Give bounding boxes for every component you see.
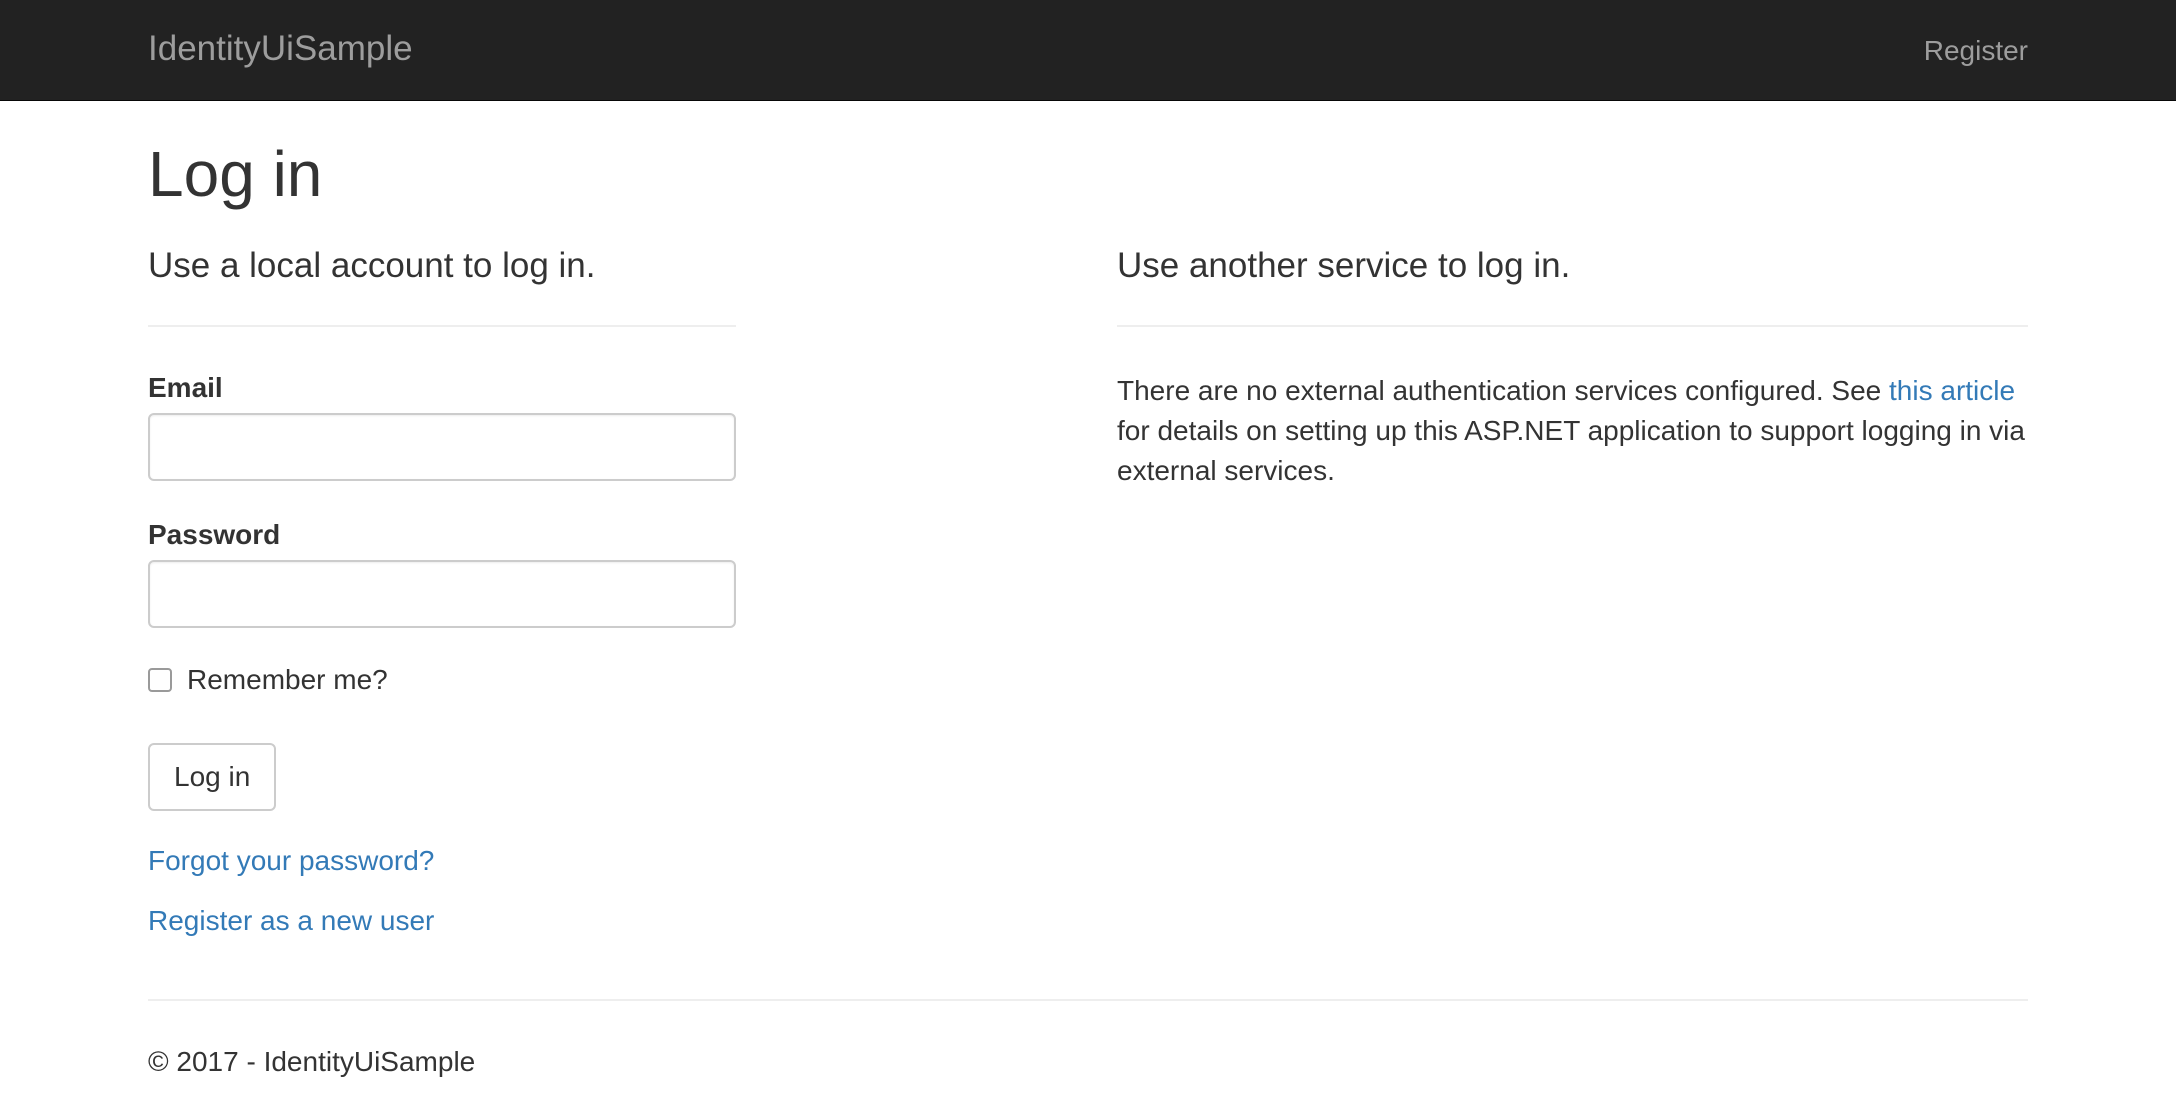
remember-me-row[interactable]: Remember me?	[148, 662, 736, 698]
local-section-divider	[148, 325, 736, 327]
page-title: Log in	[148, 138, 323, 210]
navbar: IdentityUiSample Register	[0, 0, 2176, 101]
remember-me-checkbox[interactable]	[148, 668, 172, 692]
nav-register-link[interactable]: Register	[1924, 33, 2028, 69]
this-article-link[interactable]: this article	[1889, 375, 2015, 406]
brand-link[interactable]: IdentityUiSample	[148, 27, 413, 71]
local-login-heading: Use a local account to log in.	[148, 246, 596, 285]
email-input[interactable]	[148, 413, 736, 481]
external-login-heading: Use another service to log in.	[1117, 246, 1571, 285]
password-label: Password	[148, 519, 281, 550]
password-input[interactable]	[148, 560, 736, 628]
footer-copyright: © 2017 - IdentityUiSample	[148, 1046, 476, 1077]
login-button[interactable]: Log in	[148, 743, 277, 811]
email-label: Email	[148, 372, 223, 403]
footer-divider	[148, 999, 2028, 1001]
external-login-section: Use another service to log in. There are…	[1117, 240, 2028, 491]
external-info-text-after: for details on setting up this ASP.NET a…	[1117, 415, 2025, 486]
external-section-divider	[1117, 325, 2028, 327]
local-login-section: Use a local account to log in. Email Pas…	[148, 240, 736, 939]
forgot-password-link[interactable]: Forgot your password?	[148, 845, 434, 876]
register-new-user-link[interactable]: Register as a new user	[148, 905, 434, 936]
external-info-text-before: There are no external authentication ser…	[1117, 375, 1890, 406]
remember-me-label[interactable]: Remember me?	[187, 662, 388, 698]
external-info-text: There are no external authentication ser…	[1117, 371, 2028, 491]
